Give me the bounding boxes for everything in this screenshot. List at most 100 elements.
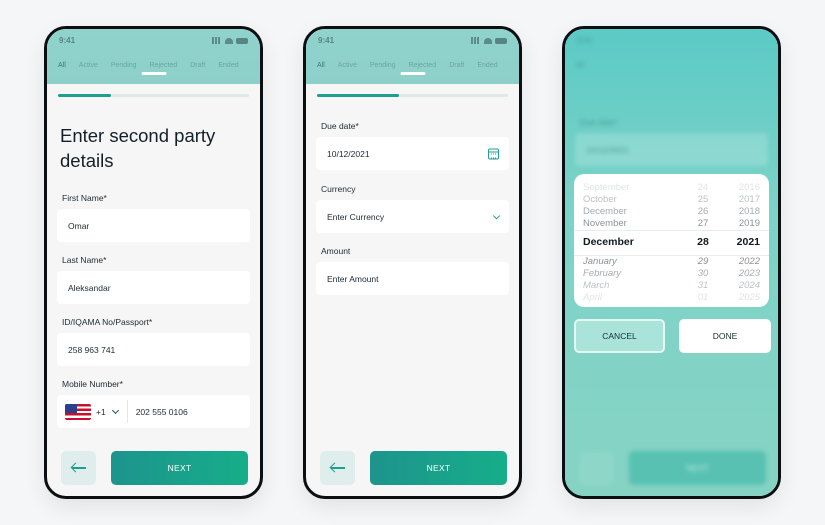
tab-rejected[interactable]: Rejected (150, 62, 178, 69)
tab-all[interactable]: All (58, 62, 66, 69)
arrow-left-icon (71, 467, 86, 469)
tab-pending[interactable]: Pending (370, 62, 396, 69)
picker-row[interactable]: March 31 2024 (574, 280, 769, 293)
tab-active[interactable]: Active (338, 62, 357, 69)
picker-year: 2017 (738, 194, 760, 205)
picker-day: 25 (697, 194, 709, 205)
done-button[interactable]: DONE (679, 319, 771, 353)
picker-row[interactable]: April 01 2025 (574, 292, 769, 305)
picker-month: September (583, 182, 630, 193)
country-code[interactable]: +1 (96, 407, 106, 417)
picker-month: January (583, 256, 617, 267)
header-bar: 9:41 All Active Pending Rejected Draft E… (47, 29, 260, 84)
due-date-label: Due date* (580, 117, 618, 127)
picker-month: April (583, 292, 603, 303)
picker-day: 31 (697, 280, 709, 291)
due-date-value: 10/12/2021 (586, 144, 629, 155)
id-value: 258 963 741 (68, 344, 116, 355)
currency-label: Currency (321, 184, 356, 194)
sheet-handle[interactable] (141, 72, 166, 75)
mobile-label: Mobile Number* (62, 379, 123, 389)
back-button[interactable] (320, 451, 355, 485)
tab-ended[interactable]: Ended (218, 62, 238, 69)
tab-all[interactable]: All (317, 62, 325, 69)
picker-month: November (583, 218, 627, 229)
picker-row[interactable]: November 27 2019 (574, 218, 769, 231)
phone-screen-second-party: 9:41 All Active Pending Rejected Draft E… (44, 26, 263, 499)
next-button[interactable]: NEXT (111, 451, 248, 485)
picker-month: October (583, 194, 617, 205)
last-name-field[interactable]: Aleksandar (57, 271, 250, 304)
picker-year: 2023 (738, 268, 760, 279)
tab-draft[interactable]: Draft (190, 62, 205, 69)
step-progress-fill (58, 94, 112, 97)
status-time: 9:41 (318, 36, 335, 45)
id-label: ID/IQAMA No/Passport* (62, 317, 153, 327)
picker-year: 2018 (738, 206, 760, 217)
due-date-value: 10/12/2021 (327, 148, 370, 159)
filter-tabs: All Active Pending Rejected Draft Ended (317, 62, 519, 69)
due-date-field: 10/12/2021 (575, 133, 768, 166)
picker-month: December (583, 206, 627, 217)
mobile-field[interactable]: +1 202 555 0106 (57, 395, 250, 428)
step-progress (58, 94, 249, 97)
first-name-field[interactable]: Omar (57, 209, 250, 242)
filter-tabs: All Active Pending Rejected Draft Ended (58, 62, 260, 69)
battery-icon (495, 37, 507, 44)
tab-ended[interactable]: Ended (477, 62, 497, 69)
next-button: NEXT (629, 451, 766, 485)
chevron-down-icon (492, 211, 501, 219)
due-date-field[interactable]: 10/12/2021 (316, 137, 509, 170)
picker-day: 28 (697, 236, 709, 248)
step-progress-fill (317, 94, 400, 97)
cancel-button[interactable]: CANCEL (574, 319, 665, 353)
picker-year: 2019 (738, 218, 760, 229)
page-title: Enter second party details (60, 125, 216, 171)
date-picker-wheel[interactable]: September 24 2016 October 25 2017 December 26 20… (574, 174, 769, 307)
picker-row[interactable]: October 25 2017 (574, 194, 769, 207)
header-bar: 9:41 All Active Pending Rejected Draft E… (306, 29, 519, 84)
wifi-icon (484, 37, 492, 44)
picker-month: December (583, 236, 634, 248)
sheet-handle[interactable] (400, 72, 425, 75)
status-bar: 9:41 (59, 36, 248, 48)
picker-day: 27 (697, 218, 709, 229)
picker-day: 01 (697, 292, 709, 303)
status-time: 9:41 (577, 36, 593, 45)
amount-label: Amount (321, 246, 351, 256)
amount-field[interactable]: Enter Amount (316, 262, 509, 295)
battery-icon (236, 37, 248, 44)
back-button (579, 451, 614, 485)
picker-day: 30 (697, 268, 709, 279)
picker-year: 2024 (738, 280, 760, 291)
calendar-icon[interactable] (488, 148, 499, 159)
picker-year: 2022 (738, 256, 760, 267)
chevron-down-icon[interactable] (111, 406, 119, 414)
signal-icon (212, 37, 222, 44)
picker-month: February (583, 268, 622, 279)
id-field[interactable]: 258 963 741 (57, 333, 250, 366)
tab-active[interactable]: Active (79, 62, 98, 69)
picker-year: 2025 (738, 292, 760, 303)
phone-screen-date-picker: 9:41 All Due date* 10/12/2021 NEXT Septe… (562, 26, 781, 499)
picker-row-selected[interactable]: December 28 2021 (574, 236, 769, 249)
tab-draft[interactable]: Draft (449, 62, 464, 69)
picker-row[interactable]: February 30 2023 (574, 268, 769, 281)
next-button[interactable]: NEXT (370, 451, 507, 485)
picker-day: 24 (697, 182, 709, 193)
picker-row[interactable]: September 24 2016 (574, 182, 769, 195)
tab-pending[interactable]: Pending (111, 62, 137, 69)
last-name-value: Aleksandar (68, 282, 111, 293)
phone-screen-payment: 9:41 All Active Pending Rejected Draft E… (303, 26, 522, 499)
back-button[interactable] (61, 451, 96, 485)
amount-placeholder: Enter Amount (327, 273, 379, 284)
tab-rejected[interactable]: Rejected (409, 62, 437, 69)
status-bar: 9:41 (318, 36, 507, 48)
picker-row[interactable]: December 26 2018 (574, 206, 769, 219)
picker-year: 2016 (738, 182, 760, 193)
currency-select[interactable]: Enter Currency (316, 200, 509, 233)
due-date-label: Due date* (321, 121, 359, 131)
picker-row[interactable]: January 29 2022 (574, 256, 769, 269)
us-flag-icon (65, 403, 91, 420)
currency-placeholder: Enter Currency (327, 211, 385, 222)
